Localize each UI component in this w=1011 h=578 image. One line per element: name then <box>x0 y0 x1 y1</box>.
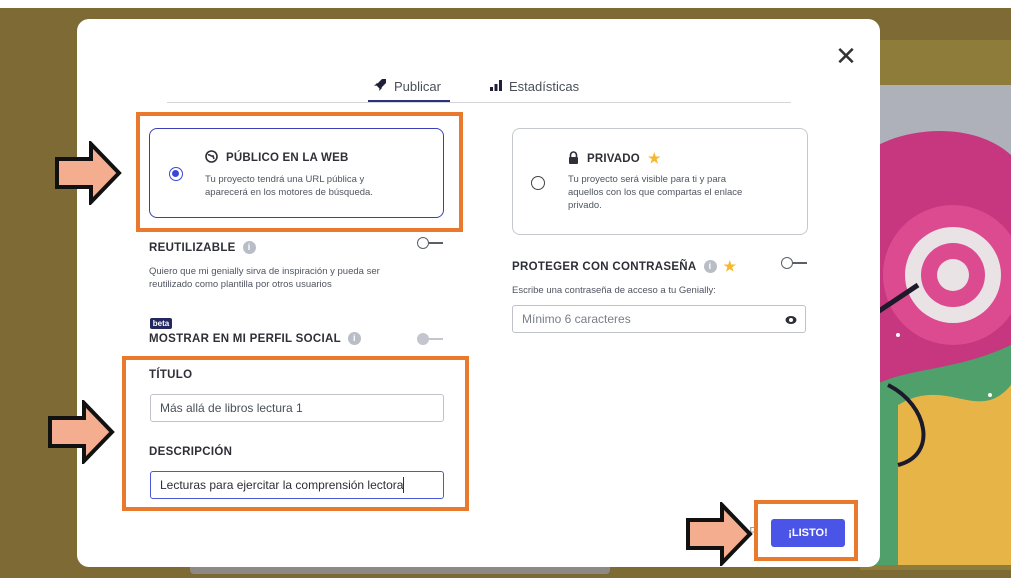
info-icon[interactable]: i <box>242 241 256 254</box>
password-label: PROTEGER CON CONTRASEÑA i ★ <box>512 258 737 274</box>
social-profile-toggle[interactable] <box>417 333 443 345</box>
eye-icon[interactable] <box>785 314 797 324</box>
highlight-done-button <box>754 500 858 561</box>
reusable-toggle[interactable] <box>417 237 443 249</box>
star-icon: ★ <box>723 258 737 274</box>
tab-estadisticas[interactable]: Estadísticas <box>489 76 579 96</box>
beta-badge: beta <box>150 318 172 329</box>
bar-chart-icon <box>489 78 503 95</box>
social-profile-label: MOSTRAR EN MI PERFIL SOCIAL i <box>149 332 361 345</box>
tab-publicar[interactable]: Publicar <box>372 76 441 96</box>
arrow-right-icon <box>48 400 115 464</box>
private-option-title: PRIVADO ★ <box>568 150 661 167</box>
top-strip <box>0 0 1011 8</box>
info-icon[interactable]: i <box>347 332 361 345</box>
password-description: Escribe una contraseña de acceso a tu Ge… <box>512 285 716 296</box>
reusable-label: REUTILIZABLE i <box>149 241 256 254</box>
highlight-title-description <box>122 356 469 511</box>
arrow-right-icon <box>55 141 122 205</box>
rocket-icon <box>372 77 388 96</box>
password-input[interactable]: Mínimo 6 caracteres <box>512 305 806 333</box>
tab-label: Publicar <box>394 78 441 94</box>
lock-icon <box>568 150 579 167</box>
close-icon[interactable]: ✕ <box>834 43 858 69</box>
private-option-description: Tu proyecto será visible para ti y para … <box>568 174 743 211</box>
tabs-divider <box>167 102 791 103</box>
reusable-description: Quiero que mi genially sirva de inspirac… <box>149 266 380 290</box>
tab-label: Estadísticas <box>509 78 580 94</box>
star-icon: ★ <box>647 150 661 166</box>
password-toggle[interactable] <box>781 257 807 269</box>
highlight-public-option <box>136 112 463 232</box>
info-icon[interactable]: i <box>703 260 717 273</box>
arrow-right-icon <box>686 502 753 566</box>
canvas-artwork <box>858 85 1011 565</box>
private-radio[interactable] <box>531 176 545 190</box>
